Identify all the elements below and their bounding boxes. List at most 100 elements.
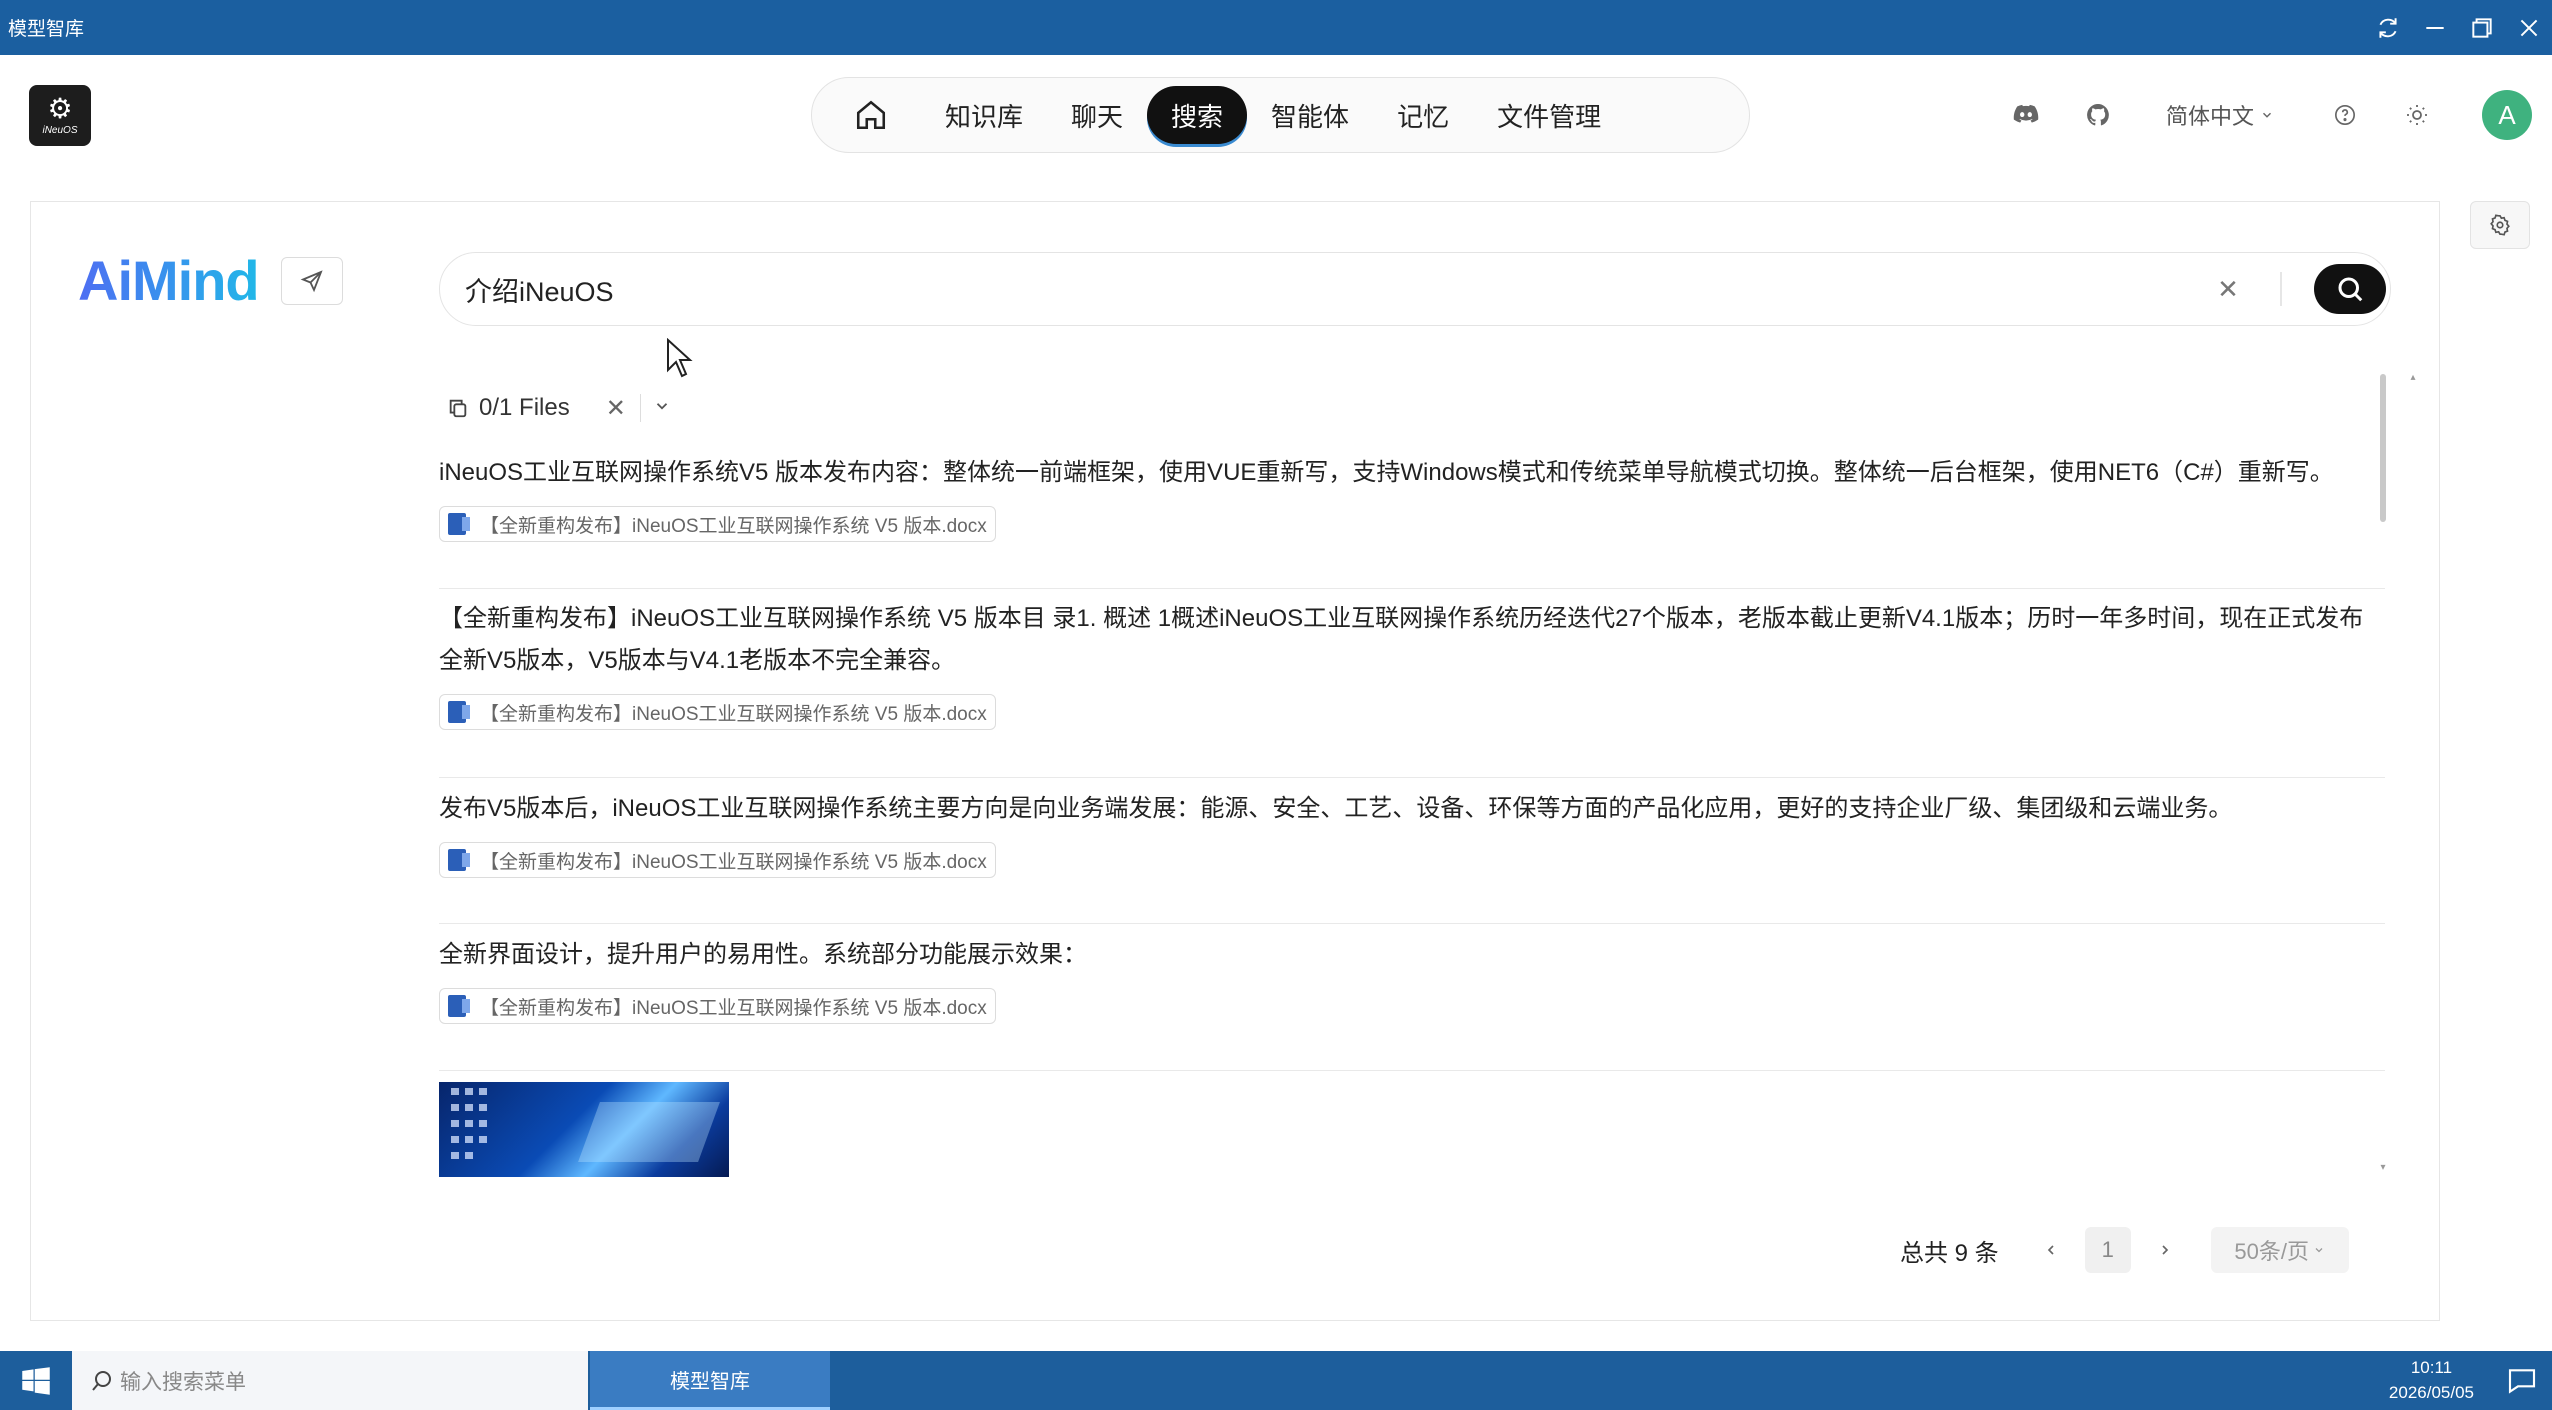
- window-title: 模型智库: [8, 19, 85, 40]
- scroll-up-arrow[interactable]: ▴: [2409, 373, 2417, 383]
- nav-knowledge[interactable]: 知识库: [921, 86, 1047, 144]
- desktop-icon: [451, 1088, 459, 1095]
- result-text: 发布V5版本后，iNeuOS工业互联网操作系统主要方向是向业务端发展：能源、安全…: [439, 795, 2233, 822]
- gear-icon: [2490, 214, 2510, 236]
- desktop-icon: [465, 1120, 473, 1127]
- clear-files-button[interactable]: ✕: [606, 394, 626, 423]
- main-nav: 知识库 聊天 搜索 智能体 记忆 文件管理: [811, 77, 1750, 153]
- desktop-icon: [465, 1136, 473, 1143]
- source-doc-tag[interactable]: 【全新重构发布】iNeuOS工业互联网操作系统 V5 版本.docx: [439, 506, 996, 542]
- github-icon: [2078, 95, 2118, 135]
- minimize-icon[interactable]: [2411, 0, 2458, 55]
- word-doc-icon: [448, 995, 470, 1017]
- logo-text: iNeuOS: [42, 125, 78, 136]
- search-input[interactable]: [440, 273, 2208, 305]
- files-filter: 0/1 Files ✕: [447, 388, 671, 428]
- files-dropdown-toggle[interactable]: [653, 397, 671, 420]
- result-text: 【全新重构发布】iNeuOS工业互联网操作系统 V5 版本目 录1. 概述 1概…: [439, 605, 2364, 674]
- message-icon: [2508, 1369, 2536, 1394]
- next-page-button[interactable]: [2149, 1230, 2181, 1270]
- theme-toggle[interactable]: [2397, 55, 2437, 175]
- nav-chat[interactable]: 聊天: [1047, 86, 1147, 144]
- desktop-icon: [479, 1088, 487, 1095]
- app-header: ⚙ iNeuOS 知识库 聊天 搜索 智能体 记忆 文件管理 简体中文 A: [0, 55, 2552, 175]
- search-panel: AiMind ✕ 0/1 Files ✕ iNeuOS工业互联网操作系统V5 版…: [30, 201, 2440, 1321]
- taskbar-search[interactable]: 输入搜索菜单: [72, 1351, 588, 1410]
- taskbar-search-placeholder: 输入搜索菜单: [120, 1370, 246, 1394]
- notification-button[interactable]: [2506, 1365, 2538, 1402]
- search-bar: ✕: [439, 252, 2391, 326]
- result-item[interactable]: 发布V5版本后，iNeuOS工业互联网操作系统主要方向是向业务端发展：能源、安全…: [439, 788, 2385, 924]
- search-icon: [92, 1370, 111, 1391]
- word-doc-icon: [448, 701, 470, 723]
- settings-button[interactable]: [2470, 201, 2530, 249]
- result-item[interactable]: 全新界面设计，提升用户的易用性。系统部分功能展示效果： 【全新重构发布】iNeu…: [439, 934, 2385, 1071]
- search-icon: [2338, 277, 2363, 302]
- pagination: 总共 9 条 1 50条/页: [1900, 1226, 2349, 1274]
- results-list: 0/1 Files ✕ iNeuOS工业互联网操作系统V5 版本发布内容：整体统…: [439, 352, 2394, 1177]
- desktop-icon: [451, 1152, 459, 1159]
- result-image-thumbnail[interactable]: [439, 1082, 729, 1177]
- brand-title: AiMind: [78, 249, 260, 312]
- desktop-icon: [451, 1104, 459, 1111]
- chevron-right-icon: [2162, 1245, 2168, 1255]
- taskbar-app-button[interactable]: 模型智库: [590, 1351, 830, 1410]
- total-count: 总共 9 条: [1900, 1239, 1999, 1267]
- desktop-icon: [451, 1136, 459, 1143]
- copy-files-icon: [449, 399, 467, 418]
- nav-home[interactable]: [821, 86, 921, 144]
- desktop-icon: [465, 1152, 473, 1159]
- gear-logo-icon: ⚙: [47, 93, 73, 124]
- result-item[interactable]: 【全新重构发布】iNeuOS工业互联网操作系统 V5 版本目 录1. 概述 1概…: [439, 598, 2385, 778]
- title-bar: 模型智库: [0, 0, 2552, 55]
- search-divider: [2280, 272, 2282, 306]
- mouse-cursor-icon: [667, 338, 693, 378]
- refresh-icon[interactable]: [2364, 0, 2411, 55]
- language-label: 简体中文: [2166, 104, 2255, 129]
- page-number[interactable]: 1: [2084, 1227, 2131, 1273]
- nav-search[interactable]: 搜索: [1147, 86, 1248, 144]
- nav-memory[interactable]: 记忆: [1373, 86, 1473, 144]
- scroll-down-arrow[interactable]: ▾: [2379, 1163, 2387, 1173]
- page-size-select[interactable]: 50条/页: [2210, 1227, 2349, 1273]
- result-item[interactable]: iNeuOS工业互联网操作系统V5 版本发布内容：整体统一前端框架，使用VUE重…: [439, 452, 2385, 589]
- start-button[interactable]: [0, 1351, 72, 1410]
- source-doc-name: 【全新重构发布】iNeuOS工业互联网操作系统 V5 版本.docx: [480, 851, 987, 873]
- discord-link[interactable]: [2006, 55, 2046, 175]
- language-selector[interactable]: 简体中文: [2166, 55, 2274, 175]
- help-icon: [2325, 95, 2365, 135]
- source-doc-tag[interactable]: 【全新重构发布】iNeuOS工业互联网操作系统 V5 版本.docx: [439, 842, 996, 878]
- user-menu[interactable]: A: [2482, 55, 2532, 175]
- close-icon[interactable]: [2505, 0, 2552, 55]
- source-doc-tag[interactable]: 【全新重构发布】iNeuOS工业互联网操作系统 V5 版本.docx: [439, 988, 996, 1024]
- desktop-icon: [465, 1088, 473, 1095]
- nav-agents[interactable]: 智能体: [1247, 86, 1373, 144]
- desktop-icon: [479, 1104, 487, 1111]
- home-icon: [856, 100, 886, 130]
- language-label-wrap: 简体中文: [2166, 99, 2274, 131]
- clock-time: 10:11: [2410, 1358, 2453, 1377]
- clear-search-button[interactable]: ✕: [2208, 274, 2248, 305]
- github-link[interactable]: [2078, 55, 2118, 175]
- system-clock[interactable]: 10:11 2026/05/05: [2389, 1355, 2474, 1405]
- window-controls: [2364, 0, 2552, 55]
- desktop-icon: [451, 1120, 459, 1127]
- result-text: 全新界面设计，提升用户的易用性。系统部分功能展示效果：: [439, 941, 1087, 968]
- desktop-icon: [465, 1104, 473, 1111]
- windows-logo-icon: [22, 1366, 50, 1395]
- scrollbar-thumb[interactable]: [2380, 374, 2386, 522]
- prev-page-button[interactable]: [2035, 1230, 2067, 1270]
- help-button[interactable]: [2325, 55, 2365, 175]
- taskbar: 输入搜索菜单 模型智库 10:11 2026/05/05: [0, 1351, 2552, 1410]
- app-logo[interactable]: ⚙ iNeuOS: [29, 85, 91, 146]
- files-divider: [639, 394, 641, 422]
- desktop-icon: [479, 1120, 487, 1127]
- restore-icon[interactable]: [2458, 0, 2505, 55]
- avatar: A: [2482, 90, 2532, 140]
- word-doc-icon: [448, 513, 470, 535]
- nav-files[interactable]: 文件管理: [1473, 86, 1625, 144]
- clock-date: 2026/05/05: [2388, 1383, 2474, 1402]
- source-doc-tag[interactable]: 【全新重构发布】iNeuOS工业互联网操作系统 V5 版本.docx: [439, 694, 996, 730]
- search-button[interactable]: [2314, 264, 2386, 314]
- share-button[interactable]: [281, 257, 343, 305]
